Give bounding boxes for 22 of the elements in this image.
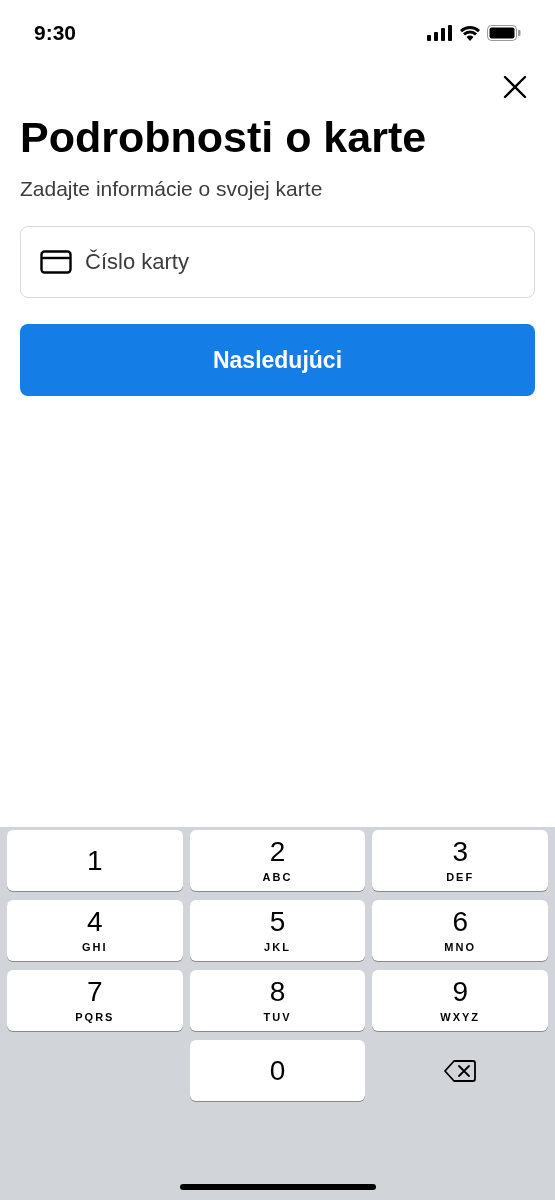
keypad-key[interactable]: 0 (189, 1040, 366, 1101)
keypad-key[interactable]: 9 WXYZ (372, 970, 548, 1031)
keypad-key[interactable]: 1 (7, 830, 183, 891)
keypad-key[interactable]: 5 JKL (189, 900, 366, 961)
backspace-icon (444, 1058, 477, 1083)
keypad-key[interactable]: 4 GHI (7, 900, 183, 961)
battery-icon (487, 24, 521, 41)
keypad-key[interactable]: 2 ABC (189, 830, 366, 891)
signal-icon (427, 24, 453, 41)
keypad-key[interactable]: 3 DEF (372, 830, 548, 891)
keypad-key[interactable]: 6 MNO (372, 900, 548, 961)
next-button[interactable]: Nasledujúci (20, 324, 535, 397)
page-title: Podrobnosti o karte (20, 112, 428, 163)
keypad-key[interactable]: 8 TUV (189, 970, 366, 1031)
card-number-field[interactable]: Číslo karty (20, 226, 535, 299)
credit-card-icon (40, 250, 72, 275)
status-time: 9:30 (34, 19, 77, 46)
close-button[interactable] (501, 73, 529, 101)
keypad-key[interactable]: 7 PQRS (7, 970, 183, 1031)
subtitle: Zadajte informácie o svojej karte (20, 175, 324, 202)
close-icon (503, 75, 527, 99)
wifi-icon (459, 24, 481, 41)
